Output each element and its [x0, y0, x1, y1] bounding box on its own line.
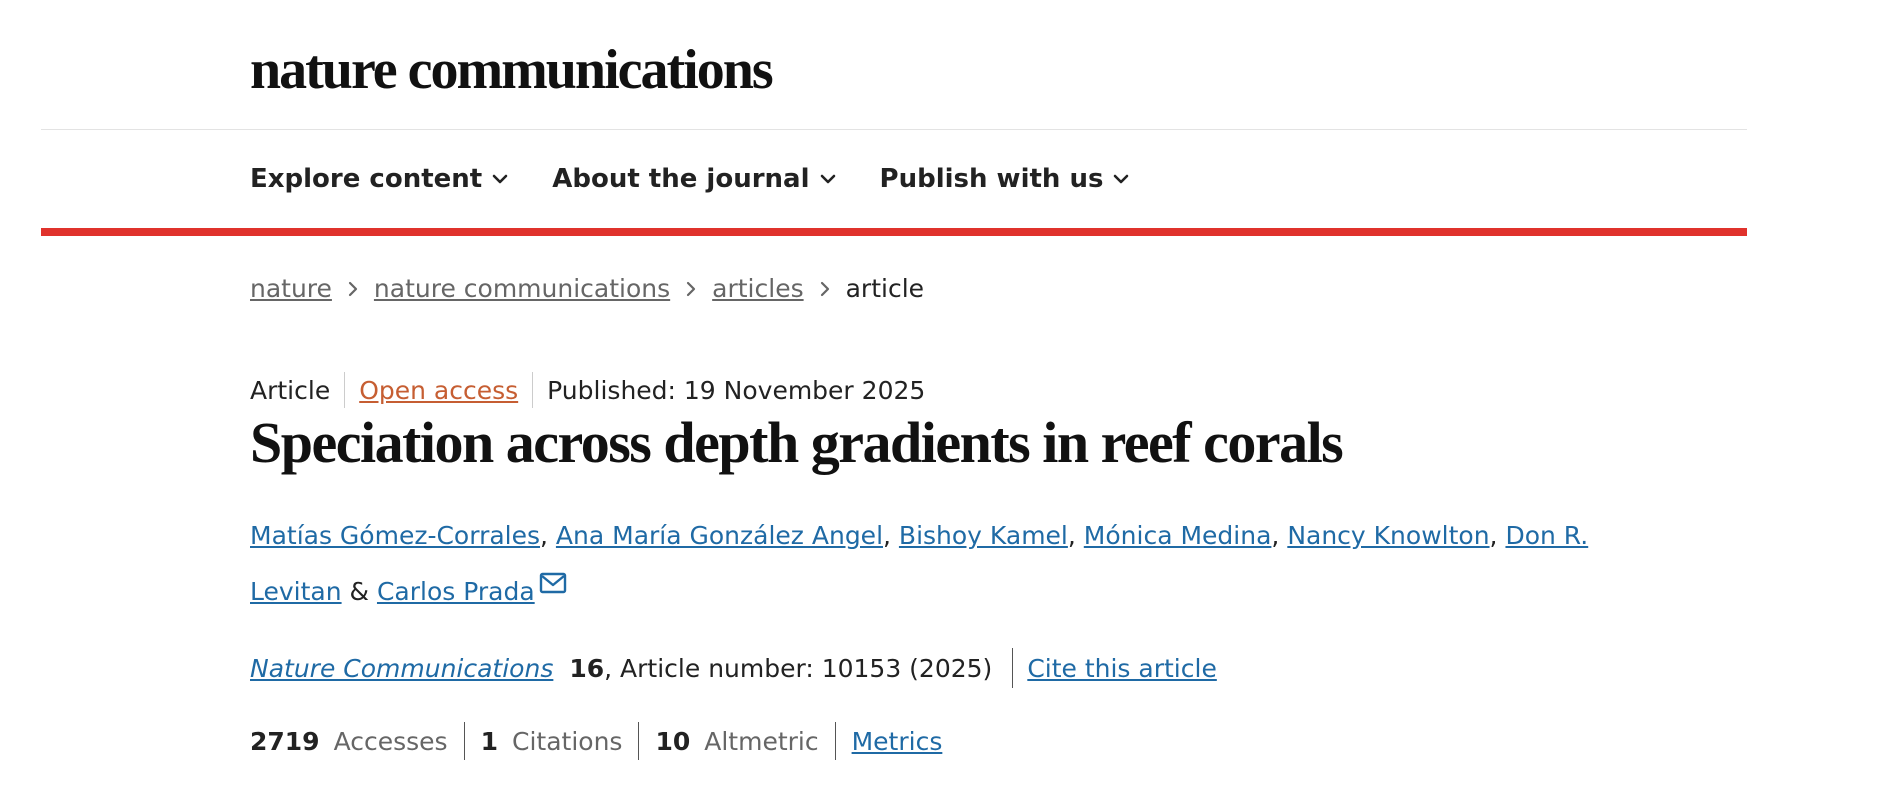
altmetric-count: 10 — [655, 726, 691, 756]
metrics-divider — [463, 722, 465, 760]
chevron-down-icon — [820, 174, 835, 184]
breadcrumb-link-nature-communications[interactable]: nature communications — [374, 274, 670, 303]
chevron-right-icon — [348, 281, 358, 297]
main-nav: Explore content About the journal Publis… — [250, 164, 1173, 194]
metrics-link[interactable]: Metrics — [852, 727, 943, 756]
nav-explore-content-label: Explore content — [250, 164, 483, 194]
nav-about-the-journal[interactable]: About the journal — [552, 164, 835, 194]
breadcrumb-current: article — [845, 274, 925, 303]
author-link[interactable]: Nancy Knowlton — [1287, 521, 1489, 550]
article-type: Article — [250, 375, 331, 405]
breadcrumb: nature nature communications articles ar… — [250, 274, 924, 303]
breadcrumb-link-articles[interactable]: articles — [712, 274, 803, 303]
author-link[interactable]: Ana María González Angel — [556, 521, 883, 550]
citations-count: 1 — [480, 726, 498, 756]
author-link[interactable]: Carlos Prada — [377, 577, 535, 606]
chevron-down-icon — [492, 174, 508, 184]
nav-about-the-journal-label: About the journal — [552, 164, 810, 194]
journal-link[interactable]: Nature Communications — [250, 654, 553, 683]
accent-bar — [41, 228, 1747, 236]
article-number: , Article number: 10153 (2025) — [604, 653, 993, 683]
author-separator: , — [540, 521, 556, 550]
nav-publish-with-us-label: Publish with us — [879, 164, 1104, 194]
accesses-label: Accesses — [333, 726, 448, 756]
article-title: Speciation across depth gradients in ree… — [250, 410, 1344, 475]
header-divider — [41, 129, 1747, 130]
volume: 16 — [569, 653, 605, 683]
cite-this-article-link[interactable]: Cite this article — [1027, 654, 1217, 683]
author-link[interactable]: Matías Gómez-Corrales — [250, 521, 540, 550]
author-separator: , — [1489, 521, 1506, 550]
author-separator: , — [1271, 521, 1288, 550]
envelope-icon[interactable] — [539, 572, 567, 594]
accesses-count: 2719 — [250, 726, 320, 756]
chevron-right-icon — [686, 281, 696, 297]
chevron-down-icon — [1114, 174, 1129, 184]
metrics-divider — [834, 722, 836, 760]
citation-info: Nature Communications 16 , Article numbe… — [250, 648, 1217, 688]
published-date: Published: 19 November 2025 — [547, 375, 926, 405]
author-separator: , — [883, 521, 899, 550]
author-link[interactable]: Bishoy Kamel — [899, 521, 1068, 550]
meta-divider — [532, 372, 534, 408]
nav-publish-with-us[interactable]: Publish with us — [880, 164, 1130, 194]
breadcrumb-link-nature[interactable]: nature — [250, 274, 332, 303]
journal-logo[interactable]: nature communications — [250, 42, 774, 98]
author-link[interactable]: Mónica Medina — [1084, 521, 1272, 550]
citations-label: Citations — [512, 726, 623, 756]
author-separator: & — [341, 577, 377, 606]
metrics-divider — [638, 722, 640, 760]
nav-explore-content[interactable]: Explore content — [250, 164, 508, 194]
article-meta: Article Open access Published: 19 Novemb… — [250, 372, 925, 408]
altmetric-label: Altmetric — [704, 726, 819, 756]
meta-divider — [344, 372, 346, 408]
citation-divider — [1012, 648, 1014, 688]
author-list: Matías Gómez-Corrales, Ana María Gonzále… — [250, 508, 1610, 620]
chevron-right-icon — [820, 281, 830, 297]
open-access-link[interactable]: Open access — [359, 376, 518, 405]
article-metrics: 2719 Accesses 1 Citations 10 Altmetric M… — [250, 722, 942, 760]
author-separator: , — [1067, 521, 1084, 550]
